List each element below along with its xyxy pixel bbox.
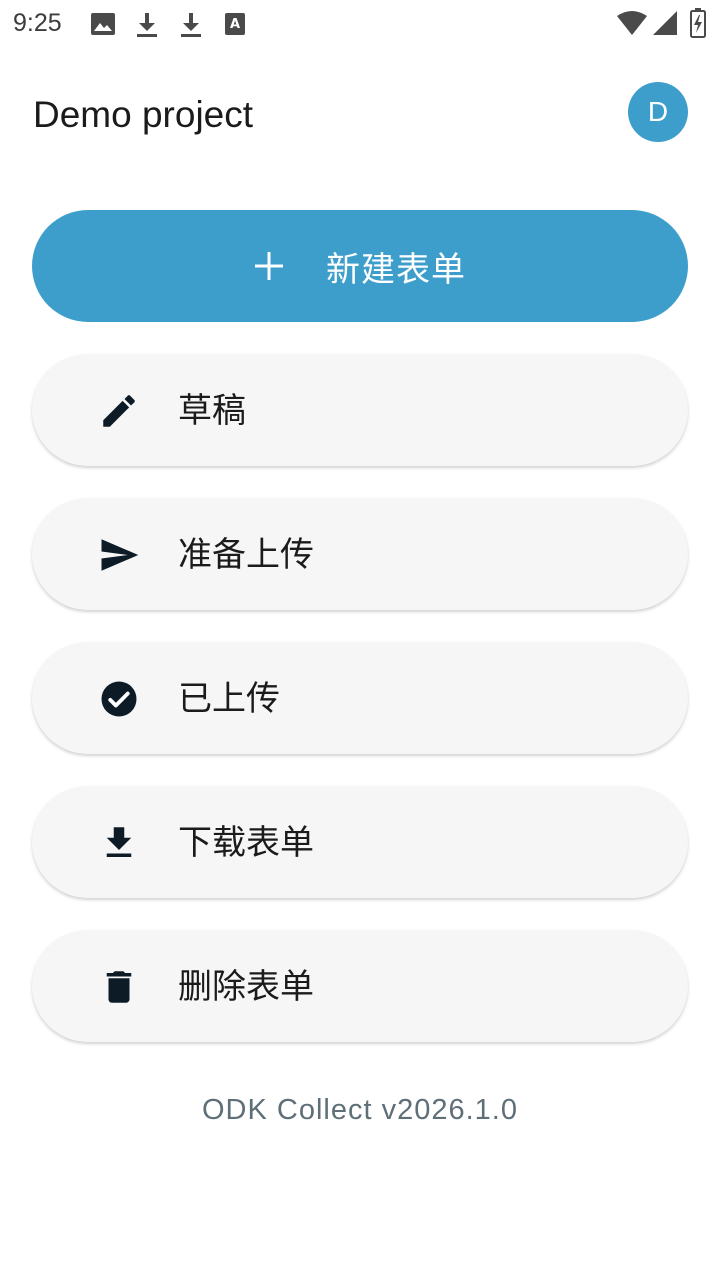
sent-label: 已上传 bbox=[178, 679, 280, 719]
drafts-label: 草稿 bbox=[178, 391, 246, 431]
check-circle-icon bbox=[101, 681, 137, 717]
image-icon bbox=[91, 13, 115, 35]
ready-to-send-button[interactable]: 准备上传 bbox=[32, 498, 688, 610]
status-bar: 9:25 A bbox=[0, 0, 720, 48]
plus-icon bbox=[255, 252, 283, 280]
svg-text:A: A bbox=[230, 17, 240, 32]
delete-forms-label: 删除表单 bbox=[178, 967, 314, 1007]
font-icon: A bbox=[225, 13, 245, 35]
app-bar: Demo project D bbox=[0, 70, 720, 160]
download-forms-button[interactable]: 下载表单 bbox=[32, 786, 688, 898]
wifi-icon bbox=[617, 11, 647, 35]
pencil-icon bbox=[103, 395, 135, 427]
app-version: ODK Collect v2026.1.0 bbox=[202, 1094, 518, 1126]
signal-icon bbox=[653, 11, 677, 35]
download-icon bbox=[137, 13, 157, 37]
status-time: 9:25 bbox=[13, 9, 62, 37]
start-new-form-label: 新建表单 bbox=[326, 249, 466, 290]
ready-to-send-label: 准备上传 bbox=[178, 535, 314, 575]
battery-charging-icon bbox=[690, 8, 706, 38]
avatar-letter: D bbox=[647, 96, 669, 127]
sent-button[interactable]: 已上传 bbox=[32, 642, 688, 754]
trash-icon bbox=[106, 971, 132, 1003]
download-icon bbox=[106, 827, 132, 857]
download-forms-label: 下载表单 bbox=[178, 823, 314, 863]
start-new-form-button[interactable]: 新建表单 bbox=[32, 210, 688, 322]
download-icon bbox=[181, 13, 201, 37]
drafts-button[interactable]: 草稿 bbox=[32, 354, 688, 466]
page-title: Demo project bbox=[33, 94, 254, 135]
send-icon bbox=[101, 539, 139, 571]
project-avatar-button[interactable]: D bbox=[628, 82, 688, 142]
delete-forms-button[interactable]: 删除表单 bbox=[32, 930, 688, 1042]
